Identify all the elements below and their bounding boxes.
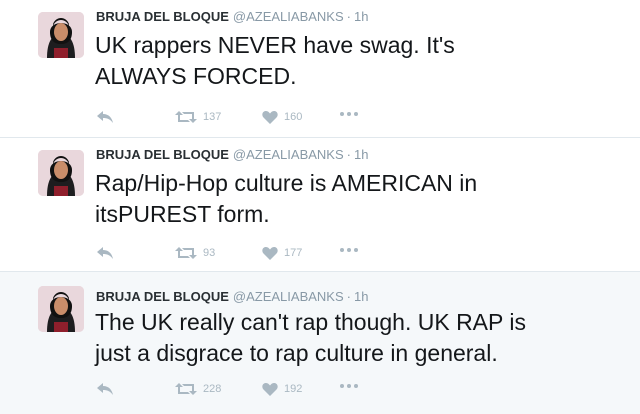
tweet-actions: 93 177 xyxy=(0,138,640,271)
retweet-icon xyxy=(175,110,197,124)
reply-button[interactable] xyxy=(96,110,114,124)
like-count: 192 xyxy=(284,383,303,395)
like-button[interactable]: 192 xyxy=(262,382,302,396)
tweet-card[interactable]: BRUJA DEL BLOQUE @AZEALIABANKS · 1h The UK … xyxy=(0,272,640,414)
reply-icon xyxy=(96,110,114,124)
reply-icon xyxy=(96,246,114,260)
like-count: 177 xyxy=(284,247,303,259)
more-button[interactable] xyxy=(340,382,358,388)
like-count: 160 xyxy=(284,111,303,123)
retweet-count: 93 xyxy=(203,247,216,259)
retweet-button[interactable]: 93 xyxy=(175,246,215,260)
retweet-button[interactable]: 228 xyxy=(175,382,221,396)
more-button[interactable] xyxy=(340,110,358,116)
retweet-icon xyxy=(175,382,197,396)
tweet-feed: BRUJA DEL BLOQUE @AZEALIABANKS · 1h UK rapp… xyxy=(0,0,640,414)
retweet-button[interactable]: 137 xyxy=(175,110,221,124)
heart-icon xyxy=(262,382,278,396)
tweet-actions: 137 160 xyxy=(0,0,640,137)
more-icon xyxy=(340,382,358,388)
like-button[interactable]: 177 xyxy=(262,246,302,260)
retweet-count: 228 xyxy=(203,383,222,395)
reply-icon xyxy=(96,382,114,396)
heart-icon xyxy=(262,110,278,124)
more-button[interactable] xyxy=(340,246,358,252)
tweet-card[interactable]: BRUJA DEL BLOQUE @AZEALIABANKS · 1h Rap/Hip… xyxy=(0,138,640,272)
retweet-count: 137 xyxy=(203,111,222,123)
more-icon xyxy=(340,246,358,252)
reply-button[interactable] xyxy=(96,382,114,396)
tweet-actions: 228 192 xyxy=(0,272,640,414)
retweet-icon xyxy=(175,246,197,260)
tweet-card[interactable]: BRUJA DEL BLOQUE @AZEALIABANKS · 1h UK rapp… xyxy=(0,0,640,138)
heart-icon xyxy=(262,246,278,260)
reply-button[interactable] xyxy=(96,246,114,260)
more-icon xyxy=(340,110,358,116)
like-button[interactable]: 160 xyxy=(262,110,302,124)
